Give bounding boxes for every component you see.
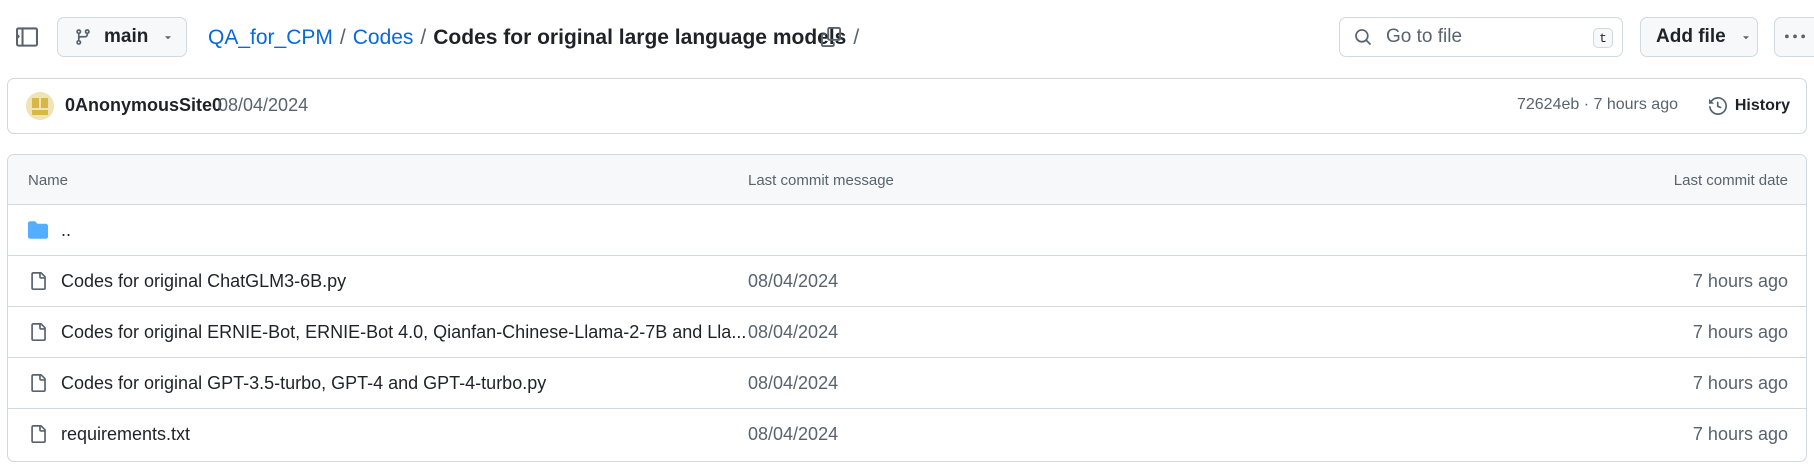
breadcrumb-separator: / — [420, 26, 427, 49]
go-to-file-search[interactable]: t — [1339, 17, 1623, 57]
table-row: Codes for original GPT-3.5-turbo, GPT-4 … — [8, 358, 1806, 409]
parent-directory-row[interactable]: .. — [8, 205, 1806, 256]
commit-message[interactable]: 08/04/2024 — [218, 95, 308, 116]
commit-message-link[interactable]: 08/04/2024 — [748, 322, 838, 343]
commit-date: 7 hours ago — [1692, 322, 1788, 342]
table-header: Name Last commit message Last commit dat… — [8, 155, 1806, 205]
commit-author-link[interactable]: 0AnonymousSite0 — [65, 95, 222, 116]
file-table: Name Last commit message Last commit dat… — [7, 154, 1807, 462]
file-icon — [28, 424, 48, 444]
commit-date: 7 hours ago — [1692, 373, 1788, 393]
commit-message-link[interactable]: 08/04/2024 — [748, 271, 838, 292]
commit-message-link[interactable]: 08/04/2024 — [748, 373, 838, 394]
breadcrumb-trailing-separator: / — [853, 26, 860, 49]
commit-date: 7 hours ago — [1692, 424, 1788, 444]
table-row: Codes for original ChatGLM3-6B.py 08/04/… — [8, 256, 1806, 307]
history-button[interactable]: History — [1708, 91, 1790, 121]
table-row: Codes for original ERNIE-Bot, ERNIE-Bot … — [8, 307, 1806, 358]
caret-down-icon — [1740, 31, 1752, 43]
avatar[interactable] — [26, 92, 54, 120]
column-header-message: Last commit message — [748, 172, 894, 189]
breadcrumb-current: Codes for original large language models — [433, 26, 847, 49]
commit-hash-time[interactable]: 72624eb · 7 hours ago — [1517, 96, 1678, 114]
branch-name: main — [104, 26, 149, 47]
folder-icon — [28, 220, 48, 240]
file-icon — [28, 271, 48, 291]
breadcrumb: QA_for_CPM / Codes / Codes for original … — [208, 24, 866, 52]
breadcrumb-repo-link[interactable]: QA_for_CPM — [208, 26, 333, 50]
history-icon — [1708, 96, 1729, 116]
add-file-button[interactable]: Add file — [1640, 17, 1758, 57]
kebab-horizontal-icon — [1784, 34, 1805, 39]
breadcrumb-separator: / — [339, 26, 346, 49]
file-icon — [28, 322, 48, 342]
caret-down-icon — [162, 31, 174, 43]
search-icon — [1354, 27, 1374, 47]
copy-path-icon[interactable] — [818, 24, 844, 50]
column-header-name: Name — [28, 172, 69, 189]
repo-header: main QA_for_CPM / Codes / Codes for orig… — [0, 0, 1814, 74]
commit-message-link[interactable]: 08/04/2024 — [748, 424, 838, 445]
file-name-link[interactable]: Codes for original GPT-3.5-turbo, GPT-4 … — [61, 373, 546, 394]
branch-selector-button[interactable]: main — [57, 17, 187, 57]
file-icon — [28, 373, 48, 393]
latest-commit-box: 0AnonymousSite0 08/04/2024 72624eb · 7 h… — [7, 78, 1807, 134]
file-name-link[interactable]: requirements.txt — [61, 424, 190, 445]
file-name-link[interactable]: Codes for original ChatGLM3-6B.py — [61, 271, 346, 292]
commit-date: 7 hours ago — [1692, 271, 1788, 291]
go-to-file-input[interactable] — [1386, 26, 1586, 48]
parent-directory-link[interactable]: .. — [61, 220, 71, 241]
column-header-date: Last commit date — [1673, 172, 1788, 189]
more-options-button[interactable] — [1774, 17, 1814, 57]
add-file-label: Add file — [1656, 26, 1726, 47]
sidebar-toggle-icon[interactable] — [14, 24, 40, 50]
file-name-link[interactable]: Codes for original ERNIE-Bot, ERNIE-Bot … — [61, 322, 746, 343]
git-branch-icon — [74, 27, 94, 47]
keyboard-shortcut-hint: t — [1593, 28, 1613, 48]
table-row: requirements.txt 08/04/2024 7 hours ago — [8, 409, 1806, 460]
history-label: History — [1734, 97, 1790, 114]
breadcrumb-folder-link[interactable]: Codes — [353, 26, 414, 50]
